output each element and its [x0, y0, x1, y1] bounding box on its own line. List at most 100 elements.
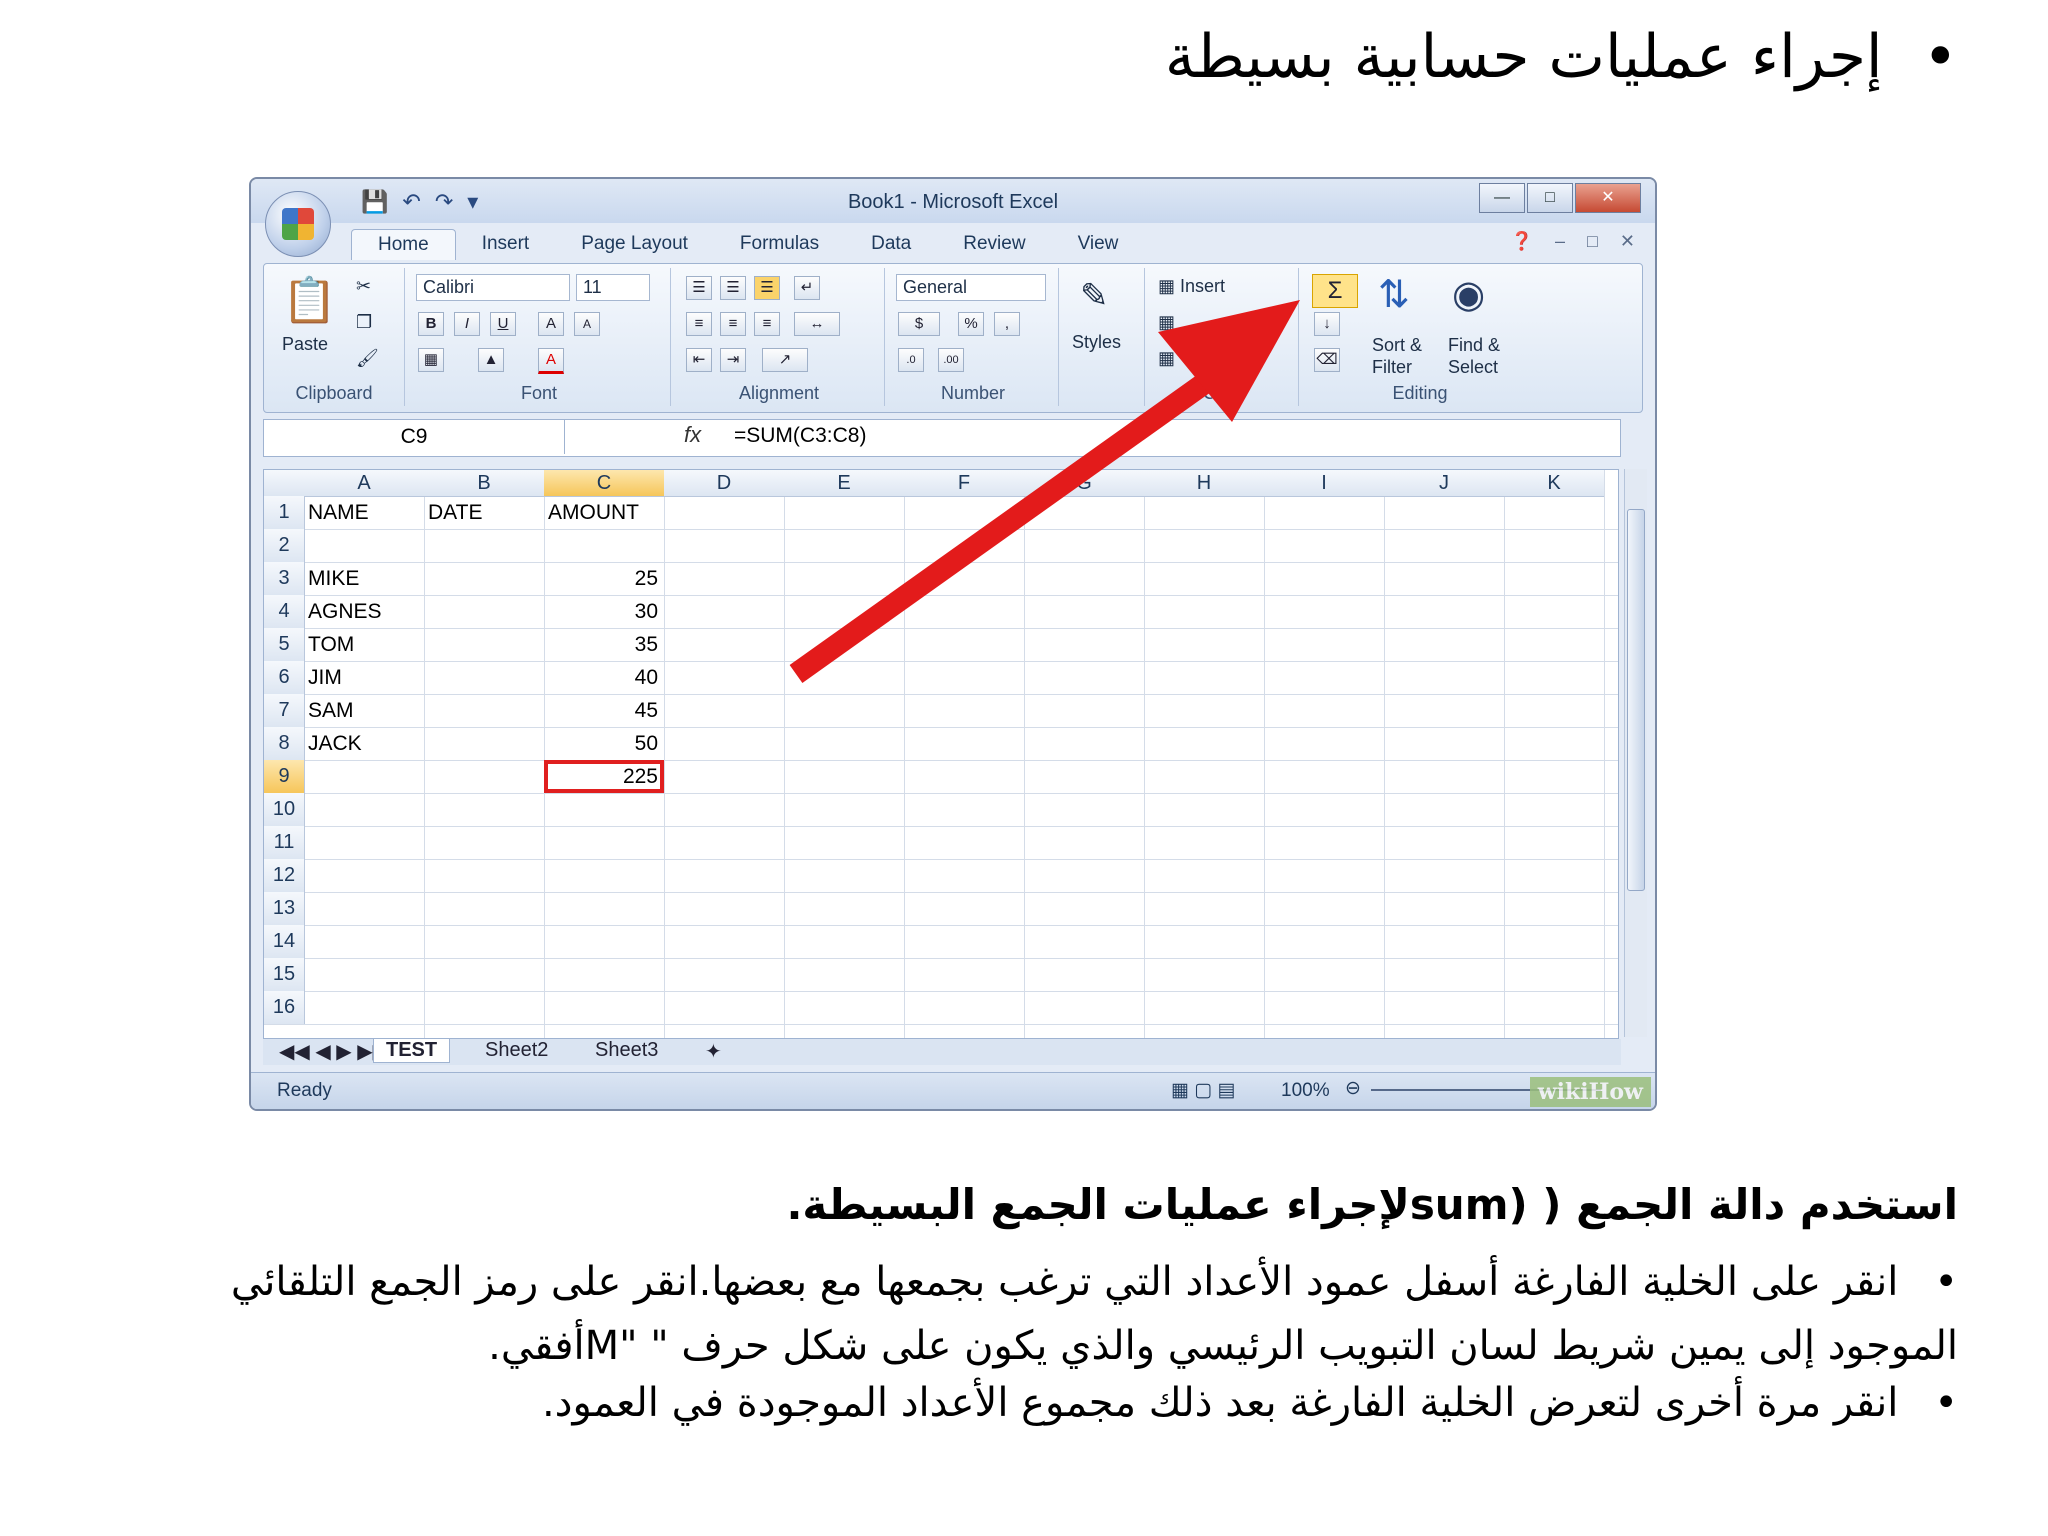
- insert-function-icon[interactable]: fx: [684, 422, 701, 448]
- find-select-button[interactable]: Find & Select: [1448, 334, 1500, 378]
- column-header[interactable]: B: [424, 470, 545, 497]
- close-button[interactable]: ✕: [1575, 183, 1641, 213]
- percent-style-icon[interactable]: %: [958, 312, 984, 336]
- cell-c5[interactable]: 35: [544, 628, 664, 661]
- column-header[interactable]: C: [544, 470, 665, 497]
- scroll-thumb[interactable]: [1627, 509, 1645, 891]
- align-top-icon[interactable]: ☰: [686, 276, 712, 300]
- row-header[interactable]: 7: [264, 694, 305, 728]
- styles-button[interactable]: Styles: [1072, 332, 1121, 353]
- office-button[interactable]: [265, 191, 331, 257]
- restore-icon[interactable]: □: [1587, 231, 1598, 252]
- row-header[interactable]: 15: [264, 958, 305, 992]
- increase-indent-icon[interactable]: ⇥: [720, 348, 746, 372]
- align-bottom-icon[interactable]: ☰: [754, 276, 780, 300]
- sort-filter-icon[interactable]: ⇅: [1378, 272, 1410, 317]
- column-header[interactable]: A: [304, 470, 425, 497]
- comma-style-icon[interactable]: ,: [994, 312, 1020, 336]
- borders-icon[interactable]: ▦: [418, 348, 444, 372]
- row-header[interactable]: 11: [264, 826, 305, 860]
- tab-data[interactable]: Data: [845, 229, 937, 260]
- clear-icon[interactable]: ⌫: [1314, 348, 1340, 372]
- name-box[interactable]: C9: [264, 420, 565, 454]
- help-icon[interactable]: ❓: [1511, 231, 1533, 252]
- row-header[interactable]: 3: [264, 562, 305, 596]
- fill-color-icon[interactable]: ▲: [478, 348, 504, 372]
- cell-b1[interactable]: DATE: [424, 496, 544, 529]
- format-cells-icon[interactable]: ▦: [1158, 348, 1175, 369]
- fill-icon[interactable]: ↓: [1314, 312, 1340, 336]
- binoculars-icon[interactable]: ◉: [1452, 272, 1485, 317]
- worksheet-grid[interactable]: A B C D E F G H I J K 1 2 3 4 5 6 7 8 9 10 11 12 13 14 15 16 NAME DA…: [263, 469, 1619, 1039]
- cell-a6[interactable]: JIM: [304, 661, 424, 694]
- wrap-text-icon[interactable]: ↵: [794, 276, 820, 300]
- underline-icon[interactable]: U: [490, 312, 516, 336]
- align-center-icon[interactable]: ≡: [720, 312, 746, 336]
- italic-icon[interactable]: I: [454, 312, 480, 336]
- column-header[interactable]: E: [784, 470, 905, 497]
- font-name-select[interactable]: Calibri: [416, 274, 570, 301]
- row-header[interactable]: 10: [264, 793, 305, 827]
- number-format-select[interactable]: General: [896, 274, 1046, 301]
- paste-button[interactable]: Paste: [282, 334, 328, 355]
- tab-formulas[interactable]: Formulas: [714, 229, 845, 260]
- merge-center-icon[interactable]: ↔: [794, 312, 840, 336]
- close-workbook-icon[interactable]: ✕: [1620, 231, 1635, 252]
- cell-a8[interactable]: JACK: [304, 727, 424, 760]
- delete-cells-icon[interactable]: ▦: [1158, 312, 1175, 333]
- font-size-select[interactable]: 11: [576, 274, 650, 301]
- maximize-button[interactable]: □: [1527, 183, 1573, 213]
- row-header[interactable]: 14: [264, 925, 305, 959]
- column-header[interactable]: H: [1144, 470, 1265, 497]
- row-header[interactable]: 13: [264, 892, 305, 926]
- column-header[interactable]: D: [664, 470, 785, 497]
- styles-icon[interactable]: ✎: [1080, 276, 1109, 316]
- orientation-icon[interactable]: ↗: [762, 348, 808, 372]
- cell-a4[interactable]: AGNES: [304, 595, 424, 628]
- row-header[interactable]: 16: [264, 991, 305, 1025]
- sheet-tab-test[interactable]: TEST: [373, 1039, 451, 1063]
- copy-icon[interactable]: ❐: [356, 312, 372, 333]
- zoom-level[interactable]: 100%: [1281, 1080, 1330, 1102]
- view-buttons[interactable]: ▦ ▢ ▤: [1171, 1079, 1235, 1102]
- align-left-icon[interactable]: ≡: [686, 312, 712, 336]
- format-painter-icon[interactable]: 🖌: [356, 348, 379, 369]
- row-header[interactable]: 2: [264, 529, 305, 563]
- column-header[interactable]: F: [904, 470, 1025, 497]
- cell-a5[interactable]: TOM: [304, 628, 424, 661]
- align-middle-icon[interactable]: ☰: [720, 276, 746, 300]
- row-header[interactable]: 1: [264, 496, 305, 530]
- tab-page-layout[interactable]: Page Layout: [555, 229, 714, 260]
- vertical-scrollbar[interactable]: [1624, 469, 1647, 1037]
- decrease-decimal-icon[interactable]: .00: [938, 348, 964, 372]
- grow-font-icon[interactable]: A: [538, 312, 564, 336]
- tab-view[interactable]: View: [1052, 229, 1145, 260]
- row-header[interactable]: 6: [264, 661, 305, 695]
- cell-c8[interactable]: 50: [544, 727, 664, 760]
- tab-home[interactable]: Home: [351, 229, 456, 260]
- tab-review[interactable]: Review: [937, 229, 1051, 260]
- sheet-tab-sheet3[interactable]: Sheet3: [583, 1039, 670, 1062]
- cell-a7[interactable]: SAM: [304, 694, 424, 727]
- minimize-button[interactable]: —: [1479, 183, 1525, 213]
- cell-c6[interactable]: 40: [544, 661, 664, 694]
- cell-a1[interactable]: NAME: [304, 496, 424, 529]
- cut-icon[interactable]: ✂: [356, 276, 371, 297]
- column-header[interactable]: K: [1504, 470, 1605, 497]
- paste-icon[interactable]: 📋: [282, 274, 337, 326]
- sort-filter-button[interactable]: Sort & Filter: [1372, 334, 1422, 378]
- font-color-icon[interactable]: A: [538, 348, 564, 374]
- insert-sheet-icon[interactable]: ✦: [693, 1039, 734, 1064]
- column-header[interactable]: G: [1024, 470, 1145, 497]
- cell-c7[interactable]: 45: [544, 694, 664, 727]
- cell-c4[interactable]: 30: [544, 595, 664, 628]
- formula-input[interactable]: =SUM(C3:C8): [734, 424, 866, 448]
- row-header[interactable]: 9: [264, 760, 305, 794]
- row-header[interactable]: 5: [264, 628, 305, 662]
- insert-cells-button[interactable]: ▦ Insert: [1158, 276, 1225, 297]
- shrink-font-icon[interactable]: A: [574, 312, 600, 336]
- column-header[interactable]: I: [1264, 470, 1385, 497]
- row-header[interactable]: 8: [264, 727, 305, 761]
- select-all-corner[interactable]: [264, 470, 305, 497]
- row-header[interactable]: 12: [264, 859, 305, 893]
